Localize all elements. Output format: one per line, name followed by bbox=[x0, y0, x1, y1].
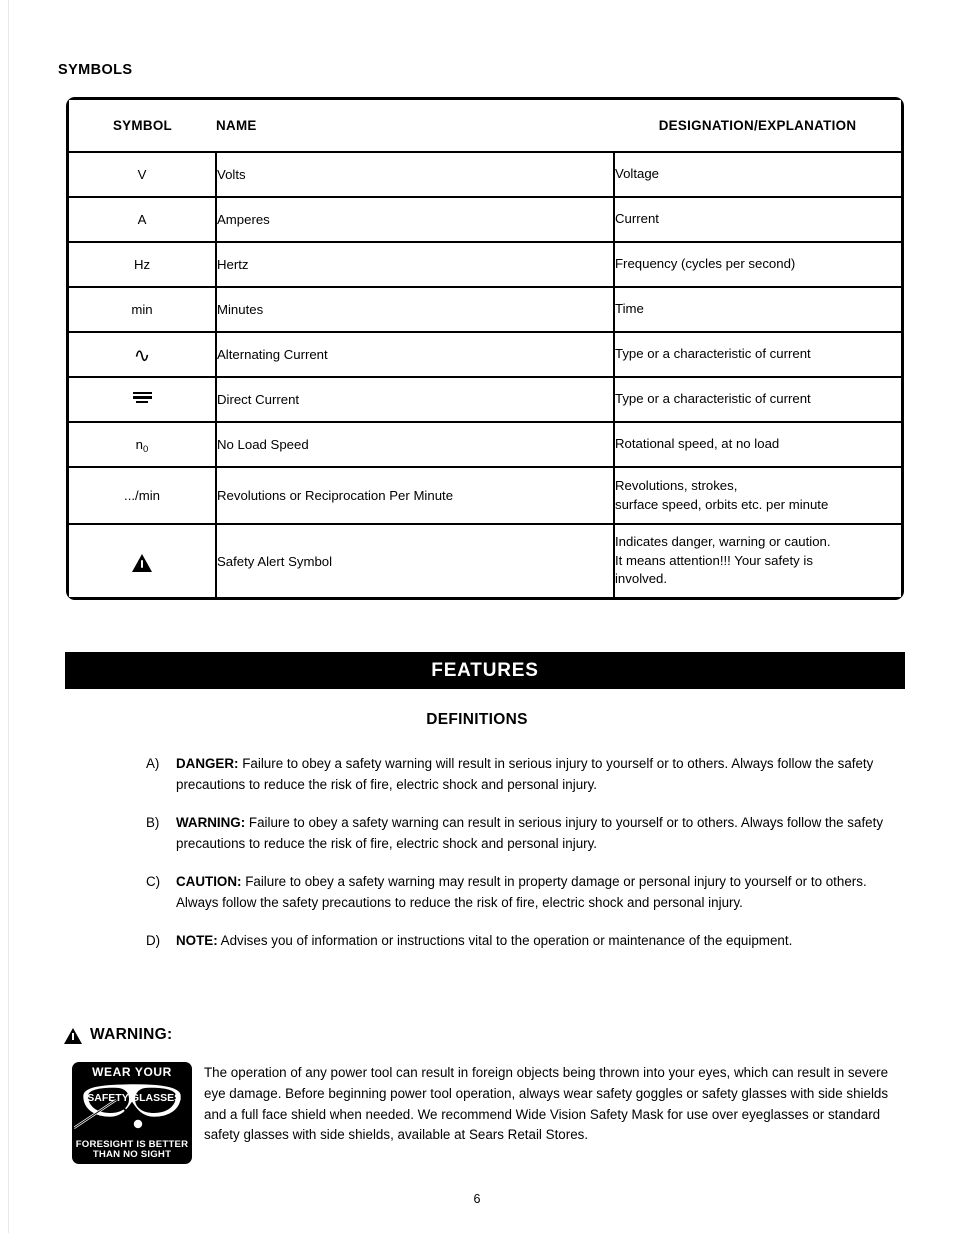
list-item: C) CAUTION: Failure to obey a safety war… bbox=[146, 872, 908, 913]
designation-cell: Voltage bbox=[614, 152, 901, 198]
warning-triangle-icon bbox=[64, 1028, 82, 1044]
sign-bottom-text: FORESIGHT IS BETTER THAN NO SIGHT bbox=[72, 1139, 192, 1161]
definitions-heading: DEFINITIONS bbox=[426, 711, 528, 728]
designation-cell: Current bbox=[614, 197, 901, 243]
list-marker: B) bbox=[146, 815, 160, 830]
designation-cell: Frequency (cycles per second) bbox=[614, 242, 901, 288]
name-cell: Minutes bbox=[216, 287, 615, 333]
table-header-row: SYMBOL NAME DESIGNATION/EXPLANATION bbox=[69, 100, 901, 153]
definition-body: CAUTION: Failure to obey a safety warnin… bbox=[176, 872, 908, 913]
symbols-table: SYMBOL NAME DESIGNATION/EXPLANATION V Vo… bbox=[69, 100, 901, 597]
svg-text:SAFETY: SAFETY bbox=[87, 1092, 128, 1104]
warning-body-text: The operation of any power tool can resu… bbox=[204, 1065, 889, 1143]
definition-term: CAUTION: bbox=[176, 874, 242, 889]
table-row: n0 No Load Speed Rotational speed, at no… bbox=[69, 422, 901, 468]
name-cell: Alternating Current bbox=[216, 332, 615, 378]
page-number: 6 bbox=[473, 1192, 481, 1206]
no-load-speed-symbol: n0 bbox=[135, 437, 149, 455]
table-row: Safety Alert Symbol Indicates danger, wa… bbox=[69, 524, 901, 597]
name-cell: No Load Speed bbox=[216, 422, 615, 468]
definition-text: Failure to obey a safety warning may res… bbox=[176, 874, 867, 910]
list-marker: A) bbox=[146, 756, 160, 771]
definition-term: DANGER: bbox=[176, 756, 239, 771]
definition-text: Failure to obey a safety warning will re… bbox=[176, 756, 874, 792]
table-row: .../min Revolutions or Reciprocation Per… bbox=[69, 467, 901, 525]
sign-top-text: WEAR YOUR bbox=[92, 1065, 172, 1079]
symbol-cell: ∿ bbox=[69, 332, 217, 378]
symbol-cell: V bbox=[69, 152, 217, 198]
features-banner-label: FEATURES bbox=[431, 659, 539, 681]
symbol-cell: Hz bbox=[69, 242, 217, 288]
designation-cell: Type or a characteristic of current bbox=[614, 332, 901, 378]
definition-term: WARNING: bbox=[176, 815, 246, 830]
table-row: A Amperes Current bbox=[69, 197, 901, 243]
features-section-banner: FEATURES bbox=[65, 652, 905, 689]
table-row: V Volts Voltage bbox=[69, 152, 901, 198]
table-row: ∿ Alternating Current Type or a characte… bbox=[69, 332, 901, 378]
per-minute-symbol: .../min bbox=[124, 488, 160, 503]
symbol-cell bbox=[69, 377, 217, 423]
designation-cell: Type or a characteristic of current bbox=[614, 377, 901, 423]
symbol-cell bbox=[69, 524, 217, 597]
alternating-current-icon: ∿ bbox=[133, 343, 151, 367]
hertz-symbol: Hz bbox=[133, 257, 151, 272]
table-row: Hz Hertz Frequency (cycles per second) bbox=[69, 242, 901, 288]
minutes-symbol: min bbox=[131, 302, 153, 317]
safety-goggles-icon: SAFETY GLASSES bbox=[74, 1081, 184, 1130]
designation-cell: Indicates danger, warning or caution. It… bbox=[614, 524, 901, 597]
name-cell: Direct Current bbox=[216, 377, 615, 423]
definition-text: Failure to obey a safety warning can res… bbox=[176, 815, 884, 851]
name-cell: Amperes bbox=[216, 197, 615, 243]
list-item: D) NOTE: Advises you of information or i… bbox=[146, 931, 908, 952]
name-cell: Volts bbox=[216, 152, 615, 198]
warning-heading: WARNING: bbox=[64, 1026, 172, 1044]
symbol-cell: .../min bbox=[69, 467, 217, 525]
safety-alert-triangle-icon bbox=[132, 553, 152, 572]
symbol-cell: n0 bbox=[69, 422, 217, 468]
list-item: A) DANGER: Failure to obey a safety warn… bbox=[146, 754, 908, 795]
list-marker: D) bbox=[146, 933, 161, 948]
column-header-symbol: SYMBOL bbox=[69, 100, 216, 153]
document-page: SYMBOLS SYMBOL NAME DESIGNATION/EXPLANAT… bbox=[0, 0, 954, 1233]
definition-body: NOTE: Advises you of information or inst… bbox=[176, 931, 908, 952]
amperes-symbol: A bbox=[137, 212, 147, 227]
symbols-table-container: SYMBOL NAME DESIGNATION/EXPLANATION V Vo… bbox=[66, 97, 904, 600]
name-cell: Safety Alert Symbol bbox=[216, 524, 615, 597]
direct-current-icon bbox=[132, 391, 152, 403]
list-marker: C) bbox=[146, 874, 161, 889]
name-cell: Hertz bbox=[216, 242, 615, 288]
definition-term: NOTE: bbox=[176, 933, 218, 948]
scan-edge-artifact bbox=[8, 0, 9, 1233]
designation-cell: Revolutions, strokes, surface speed, orb… bbox=[614, 467, 901, 525]
warning-heading-label: WARNING: bbox=[90, 1026, 173, 1043]
name-cell: Revolutions or Reciprocation Per Minute bbox=[216, 467, 615, 525]
table-row: min Minutes Time bbox=[69, 287, 901, 333]
definition-text: Advises you of information or instructio… bbox=[217, 933, 793, 948]
svg-text:GLASSES: GLASSES bbox=[131, 1092, 181, 1104]
volts-symbol: V bbox=[137, 167, 147, 182]
page-title: SYMBOLS bbox=[58, 62, 133, 78]
column-header-name: NAME bbox=[216, 100, 614, 153]
symbol-cell: min bbox=[69, 287, 217, 333]
definitions-list: A) DANGER: Failure to obey a safety warn… bbox=[146, 754, 908, 970]
symbol-cell: A bbox=[69, 197, 217, 243]
definition-body: WARNING: Failure to obey a safety warnin… bbox=[176, 813, 908, 854]
list-item: B) WARNING: Failure to obey a safety war… bbox=[146, 813, 908, 854]
designation-cell: Time bbox=[614, 287, 901, 333]
sign-bottom-line-2: THAN NO SIGHT bbox=[92, 1149, 172, 1161]
table-row: Direct Current Type or a characteristic … bbox=[69, 377, 901, 423]
column-header-designation: DESIGNATION/EXPLANATION bbox=[614, 100, 901, 153]
definition-body: DANGER: Failure to obey a safety warning… bbox=[176, 754, 908, 795]
safety-glasses-sign-image: WEAR YOUR SAFETY GLASSES FORESIGHT IS BE… bbox=[72, 1062, 192, 1164]
designation-cell: Rotational speed, at no load bbox=[614, 422, 901, 468]
